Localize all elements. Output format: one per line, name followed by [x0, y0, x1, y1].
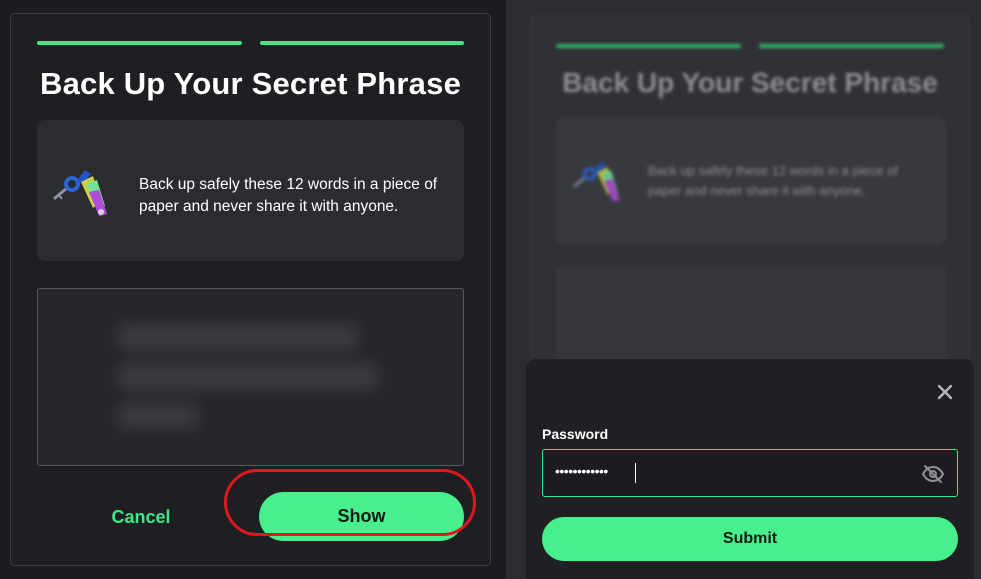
cancel-button[interactable]: Cancel [76, 494, 206, 540]
progress-steps [37, 41, 464, 45]
keys-icon [53, 170, 107, 216]
background-progress-step-2 [759, 44, 944, 48]
secret-phrase-area [37, 288, 464, 466]
password-input[interactable]: •••••••••••• [542, 449, 958, 497]
eye-off-icon[interactable] [921, 462, 945, 486]
blurred-phrase [98, 309, 398, 439]
background-info-card: Back up safely these 12 words in a piece… [556, 117, 946, 245]
background-title: Back Up Your Secret Phrase [562, 67, 938, 98]
background-keys-icon [573, 161, 620, 202]
background-progress-steps [556, 44, 944, 48]
text-cursor [635, 463, 636, 483]
info-text: Back up safely these 12 words in a piece… [139, 176, 438, 215]
progress-step-1 [37, 41, 242, 45]
show-button[interactable]: Show [259, 492, 464, 541]
page-title: Back Up Your Secret Phrase [39, 66, 462, 101]
password-modal: Password •••••••••••• Submit [526, 359, 974, 579]
close-icon[interactable] [934, 381, 956, 403]
background-progress-step-1 [556, 44, 741, 48]
progress-step-2 [259, 41, 464, 45]
password-label: Password [542, 426, 609, 442]
submit-button[interactable]: Submit [542, 517, 958, 561]
password-value: •••••••••••• [555, 463, 608, 479]
background-info-text: Back up safely these 12 words in a piece… [648, 163, 899, 198]
info-card: Back up safely these 12 words in a piece… [37, 120, 464, 261]
backup-phrase-panel: Back Up Your Secret Phrase Back up safel… [10, 13, 491, 566]
